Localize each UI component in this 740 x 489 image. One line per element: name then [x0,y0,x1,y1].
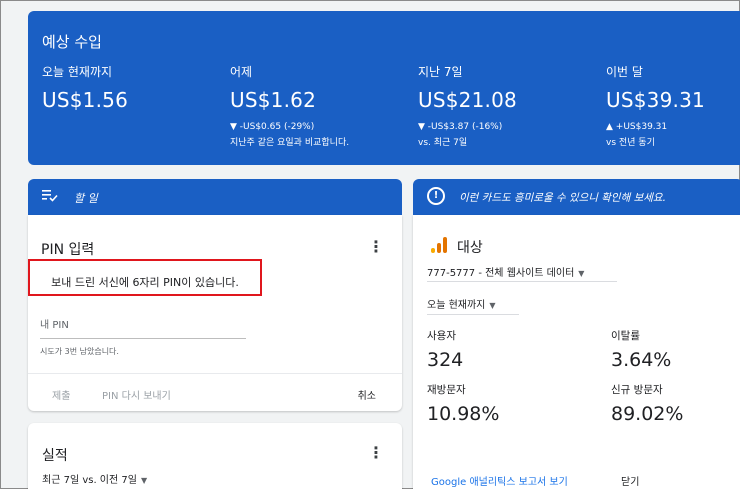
stat-value: 324 [427,349,464,371]
divider [427,314,519,315]
stat-value: 10.98% [427,403,500,425]
suggestion-header: ! 이런 카드도 흥미로울 수 있으니 확인해 보세요. [413,179,740,215]
metric-value: US$21.08 [418,88,517,112]
dropdown-arrow-icon: ▼ [489,301,496,310]
info-icon: ! [427,187,445,205]
metric-today: 오늘 현재까지 US$1.56 [42,63,128,112]
stat-value: 3.64% [611,349,672,371]
stat-label: 이탈률 [611,330,640,342]
more-vert-icon[interactable]: ⋮ [368,237,384,256]
dropdown-arrow-icon: ▼ [578,269,585,278]
metric-compare: vs 전년 동기 [606,138,655,148]
earnings-title: 예상 수입 [42,33,102,51]
earnings-card: 예상 수입 오늘 현재까지 US$1.56 어제 US$1.62 ▼ -US$0… [28,11,740,165]
metric-change: ▼ -US$0.65 (-29%) [230,122,315,132]
stat-label: 신규 방문자 [611,384,663,396]
performance-range-label: 최근 7일 vs. 이전 7일 [42,475,137,486]
pin-card: PIN 입력 ⋮ 보내 드린 서신에 6자리 PIN이 있습니다. 시도가 3번… [28,215,402,411]
divider [427,281,617,282]
analytics-report-link[interactable]: Google 애널리틱스 보고서 보기 [431,473,568,488]
pin-input[interactable] [40,313,246,339]
pin-actions: 제출 PIN 다시 보내기 취소 [28,373,402,411]
performance-card: 실적 ⋮ 최근 7일 vs. 이전 7일 ▼ [28,423,402,489]
more-vert-icon[interactable]: ⋮ [368,443,384,462]
analytics-logo-icon [431,237,447,253]
audience-card: 대상 777-5777 - 전체 웹사이트 데이터 ▼ 오늘 현재까지 ▼ 사용자 … [413,215,740,489]
metric-yesterday: 어제 US$1.62 ▼ -US$0.65 (-29%) 지난주 같은 요일과 … [230,63,349,148]
pin-title: PIN 입력 [41,242,95,258]
metric-label: 오늘 현재까지 [42,65,113,79]
metric-value: US$1.56 [42,88,128,112]
performance-title: 실적 [42,448,68,464]
metric-change: ▼ -US$3.87 (-16%) [418,122,503,132]
property-select[interactable]: 777-5777 - 전체 웹사이트 데이터 ▼ [427,264,584,279]
checklist-icon [42,188,58,206]
stat-label: 사용자 [427,330,456,342]
stat-bounce-rate: 이탈률 3.64% [611,328,671,371]
cancel-button[interactable]: 취소 [358,387,376,402]
performance-range-select[interactable]: 최근 7일 vs. 이전 7일 ▼ [42,471,147,486]
date-range-select[interactable]: 오늘 현재까지 ▼ [427,296,496,311]
metric-label: 어제 [230,65,253,79]
metric-label: 지난 7일 [418,65,463,79]
metric-compare: 지난주 같은 요일과 비교합니다. [230,138,350,148]
stat-new-visitors: 신규 방문자 89.02% [611,382,683,425]
stat-label: 재방문자 [427,384,466,396]
pin-attempts-hint: 시도가 3번 남았습니다. [40,347,119,356]
metric-this-month: 이번 달 US$39.31 ▲ +US$39.31 vs 전년 동기 [606,63,705,148]
pin-message: 보내 드린 서신에 6자리 PIN이 있습니다. [28,259,262,296]
audience-title: 대상 [457,240,483,256]
todo-header-label: 할 일 [74,192,98,205]
property-label: 777-5777 - 전체 웹사이트 데이터 [427,268,575,279]
stat-users: 사용자 324 [427,328,463,371]
submit-button[interactable]: 제출 [52,387,70,402]
close-button[interactable]: 닫기 [621,473,639,488]
metric-change: ▲ +US$39.31 [606,122,668,132]
date-range-label: 오늘 현재까지 [427,300,486,311]
metric-label: 이번 달 [606,65,643,79]
dropdown-arrow-icon: ▼ [140,476,148,485]
stat-returning-visitors: 재방문자 10.98% [427,382,499,425]
suggestion-header-label: 이런 카드도 흥미로울 수 있으니 확인해 보세요. [459,192,666,204]
todo-header: 할 일 [28,179,402,215]
metric-value: US$39.31 [606,88,705,112]
metric-compare: vs. 최근 7일 [418,138,468,148]
stat-value: 89.02% [611,403,684,425]
metric-last-7-days: 지난 7일 US$21.08 ▼ -US$3.87 (-16%) vs. 최근 … [418,63,517,148]
resend-pin-button[interactable]: PIN 다시 보내기 [102,387,171,402]
metric-value: US$1.62 [230,88,316,112]
